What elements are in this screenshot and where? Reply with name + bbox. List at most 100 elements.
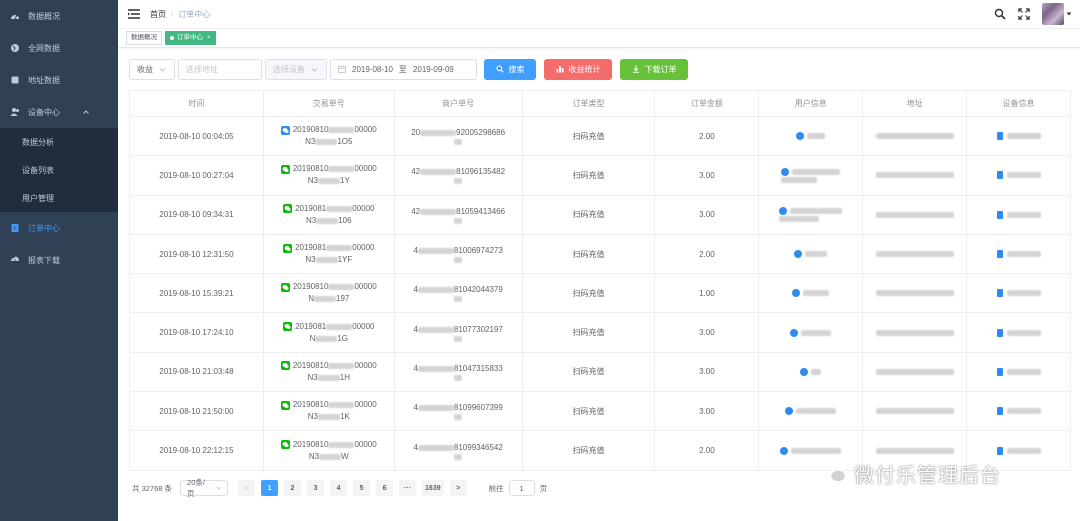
redacted-text: [875, 368, 954, 375]
cell-time: 2019-08-10 22:12:15: [130, 431, 264, 470]
redacted-text: [328, 127, 355, 134]
fullscreen-icon[interactable]: [1018, 8, 1030, 20]
search-icon: [495, 65, 504, 73]
cell-trade-no: 2019081 00000 N3 106: [264, 195, 395, 234]
redacted-text: [792, 168, 841, 175]
next-page-button[interactable]: >: [449, 480, 467, 496]
sidebar-item-device-list[interactable]: 设备列表: [0, 156, 118, 184]
column-header-order-type[interactable]: 订单类型: [523, 91, 656, 116]
table-row[interactable]: 2019-08-10 00:27:04 20190810 00000 N3 1Y 42 81…: [130, 156, 1071, 196]
table-row[interactable]: 2019-08-10 17:24:10 2019081 00000 N 1G 4 81077…: [130, 313, 1071, 353]
cell-user-info: [759, 274, 864, 313]
avatar[interactable]: [1042, 3, 1064, 25]
download-orders-button[interactable]: 下载订单: [620, 58, 688, 80]
sidebar-item-device-center[interactable]: 设备中心: [0, 96, 118, 128]
page-button-6[interactable]: 6: [376, 480, 394, 496]
redacted-text: [779, 216, 820, 223]
table-row[interactable]: 2019-08-10 15:39:21 20190810 00000 N 197 4 810…: [130, 274, 1071, 314]
redacted-text: [1006, 329, 1041, 336]
address-select[interactable]: 选择地址: [178, 58, 262, 80]
user-avatar-icon: [796, 132, 805, 141]
cell-amount: 3.00: [655, 156, 760, 195]
column-header-time[interactable]: 时间: [130, 91, 264, 116]
sidebar-item-user-management[interactable]: 用户管理: [0, 184, 118, 212]
sidebar-item-report-download[interactable]: 报表下载: [0, 244, 118, 276]
redacted-text: [315, 335, 338, 342]
more-pages-button[interactable]: ···: [399, 480, 417, 496]
search-icon[interactable]: [994, 8, 1006, 20]
column-header-trade-no[interactable]: 交易单号: [264, 91, 395, 116]
page-button-last[interactable]: 1639: [422, 480, 444, 496]
bar-chart-icon: [556, 66, 563, 73]
merchant-no-suffix: 81042044379: [453, 285, 503, 295]
header-actions: [994, 0, 1072, 28]
page-size-select[interactable]: 20条/页: [180, 478, 229, 498]
page-button-2[interactable]: 2: [284, 480, 302, 496]
sidebar-item-label: 数据概况: [28, 11, 60, 21]
wechat-pay-icon: [283, 243, 293, 253]
user-info: [800, 367, 822, 377]
column-header-amount[interactable]: 订单金额: [655, 91, 760, 116]
user-info: [779, 206, 843, 223]
tag-data-overview[interactable]: 数据概况: [126, 31, 162, 45]
device-select[interactable]: 选择设备: [265, 58, 327, 80]
sidebar-item-data-overview[interactable]: 数据概况: [0, 0, 118, 32]
date-end: 2019-09-09: [412, 64, 454, 74]
date-range-picker[interactable]: 2019-08-10 至 2019-09-09: [330, 58, 477, 80]
page-button-4[interactable]: 4: [330, 480, 348, 496]
hamburger-icon[interactable]: [128, 9, 140, 19]
table-row[interactable]: 2019-08-10 09:34:31 2019081 00000 N3 106 42 81…: [130, 195, 1071, 235]
tag-order-center[interactable]: 订单中心 ×: [165, 31, 216, 45]
sidebar-item-data-analysis[interactable]: 数据分析: [0, 128, 118, 156]
prev-page-button[interactable]: <: [238, 480, 256, 496]
redacted-text: [417, 444, 454, 451]
column-header-device-info[interactable]: 设备信息: [967, 91, 1071, 116]
page-size-value: 20条/页: [187, 478, 205, 498]
page-button-5[interactable]: 5: [353, 480, 371, 496]
user-info: [796, 131, 826, 141]
device-icon: [996, 328, 1003, 337]
trade-no-suffix: 00000: [354, 439, 377, 449]
sidebar-item-network-data[interactable]: 全网数据: [0, 32, 118, 64]
cell-trade-no: 20190810 00000 N3 W: [264, 431, 395, 470]
cell-order-type: 扫码充值: [523, 195, 656, 234]
top-header: 首页 / 订单中心: [118, 0, 1080, 28]
redacted-text: [319, 453, 342, 460]
cell-amount: 2.00: [655, 117, 760, 156]
page-button-3[interactable]: 3: [307, 480, 325, 496]
cell-amount: 2.00: [655, 431, 760, 470]
trade-no-prefix: 20190810: [292, 125, 329, 135]
redacted-text: [801, 329, 832, 336]
sidebar-item-order-center[interactable]: 订单中心: [0, 212, 118, 244]
download-orders-label: 下载订单: [644, 64, 677, 74]
sidebar-item-address-data[interactable]: 地址数据: [0, 64, 118, 96]
search-button[interactable]: 搜索: [484, 58, 536, 80]
column-header-user-info[interactable]: 用户信息: [759, 91, 864, 116]
page-button-1[interactable]: 1: [261, 480, 279, 496]
caret-down-icon[interactable]: [1066, 11, 1072, 17]
redacted-text: [454, 453, 463, 460]
redacted-text: [875, 133, 954, 140]
goto-input[interactable]: 1: [508, 480, 535, 496]
table-row[interactable]: 2019-08-10 21:03:48 20190810 00000 N3 1H 4 810…: [130, 352, 1071, 393]
alipay-icon: [280, 125, 290, 135]
type-select[interactable]: 收益: [129, 58, 175, 80]
column-header-address[interactable]: 地址: [863, 91, 968, 116]
type-select-value: 收益: [137, 64, 153, 74]
table-row[interactable]: 2019-08-10 12:31:50 2019081 00000 N3 1YF 4 810…: [130, 234, 1071, 275]
table-row[interactable]: 2019-08-10 21:50:00 20190810 00000 N3 1K 4 810…: [130, 392, 1071, 432]
revenue-stats-button[interactable]: 收益统计: [544, 58, 612, 80]
cell-user-info: [759, 313, 864, 352]
device-placeholder: 选择设备: [273, 64, 305, 74]
device-icon: [996, 446, 1003, 455]
column-header-merchant-no[interactable]: 商户单号: [395, 91, 523, 116]
wechat-pay-icon: [283, 204, 293, 214]
tag-label: 订单中心: [177, 34, 203, 41]
table-row[interactable]: 2019-08-10 00:04:05 20190810 00000 N3 1O5 20 9…: [130, 117, 1071, 157]
close-icon[interactable]: ×: [207, 32, 211, 44]
breadcrumb-home[interactable]: 首页: [150, 9, 166, 20]
redacted-text: [454, 139, 463, 146]
sidebar-submenu: 数据分析 设备列表 用户管理: [0, 128, 118, 212]
user-info: [780, 446, 842, 456]
trade-no-suffix: 00000: [354, 125, 377, 135]
